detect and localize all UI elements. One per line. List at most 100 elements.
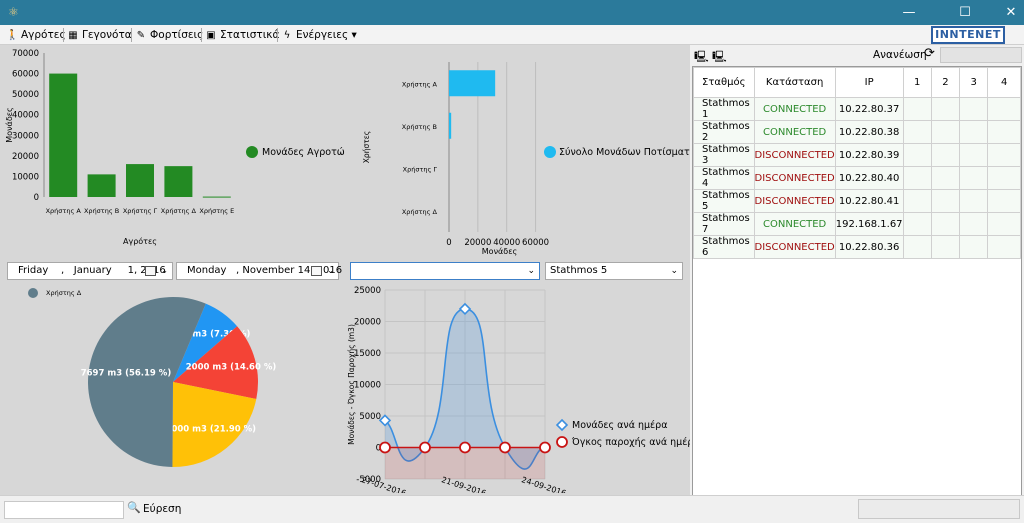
chevron-down-icon[interactable]: ⌄ xyxy=(161,263,168,279)
grid-cell[interactable] xyxy=(930,120,961,144)
search-input[interactable] xyxy=(4,501,124,519)
column-header[interactable]: 4 xyxy=(987,67,1021,98)
table-row[interactable]: Stathmos 1 CONNECTED 10.22.80.37 xyxy=(693,97,1021,121)
station-name-cell[interactable]: Stathmos 6 xyxy=(693,235,755,259)
column-header[interactable]: 3 xyxy=(959,67,989,98)
grid-cell[interactable] xyxy=(987,120,1021,144)
grid-cell[interactable] xyxy=(987,166,1021,190)
close-button[interactable]: ✕ xyxy=(988,0,1024,25)
minimize-button[interactable]: — xyxy=(886,0,932,25)
date-from-picker[interactable]: Friday , January 1, 2016 ⌄ xyxy=(7,262,173,280)
filter-combo[interactable]: ⌄ xyxy=(350,262,540,280)
grid-cell[interactable] xyxy=(987,97,1021,121)
station-name-cell[interactable]: Stathmos 1 xyxy=(693,97,755,121)
y-tick-label: 20000 xyxy=(354,318,381,328)
refresh-icon[interactable]: ⟳ xyxy=(924,46,935,61)
column-header[interactable]: Κατάσταση xyxy=(753,67,836,98)
grid-cell[interactable] xyxy=(902,143,932,167)
x-axis-label: Μονάδες xyxy=(482,247,517,256)
grid-cell[interactable] xyxy=(902,235,932,259)
chevron-down-icon[interactable]: ⌄ xyxy=(327,263,334,279)
bar xyxy=(202,196,231,198)
maximize-button[interactable]: ☐ xyxy=(942,0,988,25)
station-ip-cell[interactable]: 10.22.80.40 xyxy=(834,166,904,190)
station-status-cell[interactable]: DISCONNECTED xyxy=(753,189,836,213)
grid-cell[interactable] xyxy=(987,212,1021,236)
station-name-cell[interactable]: Stathmos 5 xyxy=(693,189,755,213)
grid-cell[interactable] xyxy=(930,166,961,190)
station-ip-cell[interactable]: 10.22.80.41 xyxy=(834,189,904,213)
chevron-down-icon[interactable]: ⌄ xyxy=(527,263,535,279)
station-status-cell[interactable]: CONNECTED xyxy=(753,97,836,121)
menu-events[interactable]: ▦ Γεγονότα xyxy=(67,27,131,43)
grid-cell[interactable] xyxy=(987,143,1021,167)
grid-cell[interactable] xyxy=(959,235,989,259)
grid-cell[interactable] xyxy=(959,166,989,190)
grid-cell[interactable] xyxy=(902,166,932,190)
station-status-cell[interactable]: DISCONNECTED xyxy=(753,235,836,259)
grid-cell[interactable] xyxy=(930,97,961,121)
station-status-cell[interactable]: DISCONNECTED xyxy=(753,166,836,190)
grid-cell[interactable] xyxy=(930,143,961,167)
search-icon[interactable]: 🔍 xyxy=(127,501,141,514)
station-status-cell[interactable]: DISCONNECTED xyxy=(753,143,836,167)
bar xyxy=(449,112,452,139)
grid-cell[interactable] xyxy=(902,189,932,213)
station-ip-cell[interactable]: 10.22.80.38 xyxy=(834,120,904,144)
grid-cell[interactable] xyxy=(930,212,961,236)
column-header[interactable]: 1 xyxy=(902,67,932,98)
chevron-down-icon[interactable]: ⌄ xyxy=(670,263,678,279)
monitor-icon[interactable]: 🖳 xyxy=(694,48,709,63)
grid-cell[interactable] xyxy=(959,120,989,144)
grid-cell[interactable] xyxy=(987,189,1021,213)
station-status-cell[interactable]: CONNECTED xyxy=(753,120,836,144)
y-tick-label: 50000 xyxy=(12,90,39,100)
grid-cell[interactable] xyxy=(930,235,961,259)
station-name-cell[interactable]: Stathmos 2 xyxy=(693,120,755,144)
grid-cell[interactable] xyxy=(902,212,932,236)
monitor-icon[interactable]: 🖳 xyxy=(712,48,727,63)
grid-cell[interactable] xyxy=(959,212,989,236)
menu-loads[interactable]: ✎ Φορτίσεις xyxy=(135,27,203,43)
menu-actions[interactable]: ϟ Ενέργειες ▾ xyxy=(281,27,357,43)
column-header[interactable]: 2 xyxy=(930,67,961,98)
calendar-icon[interactable] xyxy=(145,266,156,276)
column-header[interactable]: IP xyxy=(834,67,904,98)
grid-cell[interactable] xyxy=(930,189,961,213)
chevron-down-icon: ▾ xyxy=(351,29,357,41)
station-ip-cell[interactable]: 192.168.1.67 xyxy=(834,212,904,236)
station-name-cell[interactable]: Stathmos 3 xyxy=(693,143,755,167)
station-status-cell[interactable]: CONNECTED xyxy=(753,212,836,236)
legend-marker xyxy=(556,436,568,448)
station-ip-cell[interactable]: 10.22.80.36 xyxy=(834,235,904,259)
y-tick-label: 70000 xyxy=(12,49,39,59)
station-name-cell[interactable]: Stathmos 7 xyxy=(693,212,755,236)
date-to-picker[interactable]: Monday , November 14, 2016 ⌄ xyxy=(176,262,342,280)
search-label[interactable]: Εύρεση xyxy=(143,503,181,515)
table-row[interactable]: Stathmos 7 CONNECTED 192.168.1.67 xyxy=(693,212,1021,236)
grid-cell[interactable] xyxy=(902,120,932,144)
data-point xyxy=(499,441,511,454)
station-name-cell[interactable]: Stathmos 4 xyxy=(693,166,755,190)
grid-cell[interactable] xyxy=(902,97,932,121)
table-row[interactable]: Stathmos 5 DISCONNECTED 10.22.80.41 xyxy=(693,189,1021,213)
grid-cell[interactable] xyxy=(959,97,989,121)
menu-stats[interactable]: ▣ Στατιστικά xyxy=(205,27,279,43)
data-point xyxy=(419,441,431,454)
grid-cell[interactable] xyxy=(987,235,1021,259)
grid-cell[interactable] xyxy=(959,143,989,167)
y-tick-label: 10000 xyxy=(12,172,39,182)
legend-marker xyxy=(544,146,556,158)
grid-cell[interactable] xyxy=(959,189,989,213)
table-row[interactable]: Stathmos 6 DISCONNECTED 10.22.80.36 xyxy=(693,235,1021,259)
station-combo[interactable]: Stathmos 5 ⌄ xyxy=(545,262,683,280)
column-header[interactable]: Σταθμός xyxy=(693,67,755,98)
table-row[interactable]: Stathmos 4 DISCONNECTED 10.22.80.40 xyxy=(693,166,1021,190)
menu-farmers[interactable]: 🚶 Αγρότες xyxy=(6,27,66,43)
table-row[interactable]: Stathmos 2 CONNECTED 10.22.80.38 xyxy=(693,120,1021,144)
calendar-icon[interactable] xyxy=(311,266,322,276)
station-ip-cell[interactable]: 10.22.80.39 xyxy=(834,143,904,167)
x-tick-label: Χρήστης Α xyxy=(46,207,82,215)
table-row[interactable]: Stathmos 3 DISCONNECTED 10.22.80.39 xyxy=(693,143,1021,167)
station-ip-cell[interactable]: 10.22.80.37 xyxy=(834,97,904,121)
